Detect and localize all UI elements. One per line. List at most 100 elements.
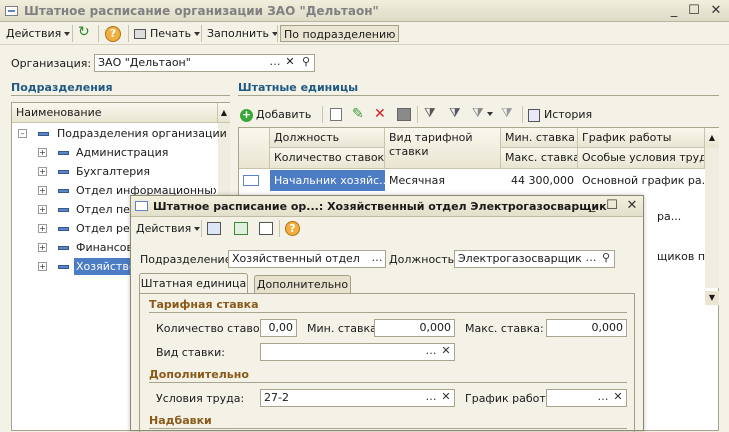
divisions-column-header[interactable]: Наименование bbox=[12, 103, 218, 123]
col-conditions-header[interactable]: Особые условия труда bbox=[578, 148, 705, 169]
main-toolbar: Действия ↻ ? Печать Заполнить По подразд… bbox=[0, 22, 729, 45]
dialog-actions-menu[interactable]: Действия bbox=[136, 220, 201, 237]
filter-icon[interactable]: ⧩ bbox=[449, 106, 461, 121]
minimize-button[interactable]: _ bbox=[665, 2, 683, 19]
rate-kind-label: Вид ставки: bbox=[156, 346, 225, 359]
dialog-title-bar: Штатное расписание ор...: Хозяйственный … bbox=[131, 196, 643, 217]
table-scroll-up[interactable]: ▲ bbox=[705, 128, 719, 148]
row-icon-header bbox=[239, 128, 270, 169]
dialog-close-button[interactable]: ✕ bbox=[623, 197, 641, 214]
print-label: Печать bbox=[150, 27, 192, 40]
dialog-help-icon[interactable]: ? bbox=[285, 221, 300, 236]
col-min-header[interactable]: Мин. ставка bbox=[501, 128, 578, 148]
cell-min: 44 300,000 bbox=[511, 174, 574, 187]
org-select-button[interactable]: … bbox=[267, 55, 283, 71]
position-label: Должность: bbox=[389, 253, 458, 266]
col-position-header[interactable]: Должность bbox=[270, 128, 385, 148]
org-search-icon[interactable]: ⚲ bbox=[298, 55, 314, 71]
divisions-section-title: Подразделения bbox=[11, 81, 113, 94]
tree-item-accounting[interactable]: + Бухгалтерия bbox=[16, 162, 216, 181]
position-value: Электрогазосварщик bbox=[458, 252, 582, 265]
table-row[interactable]: Начальник хозяйс... Месячная 44 300,000 … bbox=[239, 170, 705, 192]
divisions-scroll-up[interactable]: ▲ bbox=[218, 103, 230, 123]
history-button[interactable]: История bbox=[528, 106, 592, 123]
filter-settings-icon[interactable]: ⧩ bbox=[424, 106, 436, 121]
org-field[interactable]: ЗАО "Дельтаон" … ✕ ⚲ bbox=[94, 54, 315, 72]
delete-icon[interactable]: ✕ bbox=[374, 106, 386, 122]
division-label: Подразделение: bbox=[140, 253, 236, 266]
count-value: 0,00 bbox=[268, 321, 294, 334]
tree-item-label: Бухгалтерия bbox=[76, 165, 151, 178]
tree-root[interactable]: – Подразделения организации bbox=[16, 124, 227, 143]
max-rate-field[interactable]: 0,000 bbox=[546, 319, 627, 337]
col-schedule-header[interactable]: График работы bbox=[578, 128, 705, 148]
by-division-toggle[interactable]: По подразделению bbox=[280, 25, 400, 42]
rate-kind-field[interactable]: … ✕ bbox=[260, 343, 455, 361]
print-menu[interactable]: Печать bbox=[134, 25, 201, 42]
col-tariff-header[interactable]: Вид тарифной ставки bbox=[385, 128, 501, 169]
position-search-icon[interactable]: ⚲ bbox=[598, 251, 614, 267]
dialog-actions-label: Действия bbox=[136, 222, 192, 235]
cell-fragment: ра... bbox=[657, 210, 682, 223]
conditions-select-button[interactable]: … bbox=[423, 390, 439, 406]
division-icon bbox=[58, 227, 69, 231]
refresh-icon[interactable]: ↻ bbox=[78, 25, 90, 42]
row-icon bbox=[243, 175, 259, 186]
dialog-minimize-button[interactable]: _ bbox=[583, 197, 601, 214]
actions-menu[interactable]: Действия bbox=[6, 25, 71, 42]
fill-label: Заполнить bbox=[207, 27, 269, 40]
save-icon[interactable] bbox=[397, 108, 411, 121]
tree-item-label: Отдел рек bbox=[76, 222, 137, 235]
conditions-clear-icon[interactable]: ✕ bbox=[438, 390, 454, 406]
dialog-icon bbox=[135, 201, 148, 211]
fill-menu[interactable]: Заполнить bbox=[207, 25, 278, 42]
tab-additional[interactable]: Дополнительно bbox=[254, 275, 351, 293]
copy-icon[interactable] bbox=[330, 108, 342, 121]
min-rate-value: 0,000 bbox=[419, 321, 452, 334]
save-close-icon[interactable] bbox=[207, 222, 221, 235]
col-max-header[interactable]: Макс. ставка bbox=[501, 148, 578, 169]
help-icon[interactable]: ? bbox=[105, 26, 121, 42]
rate-kind-clear-icon[interactable]: ✕ bbox=[438, 344, 454, 360]
division-icon bbox=[58, 151, 69, 155]
add-button[interactable]: + Добавить bbox=[240, 106, 311, 123]
write-icon[interactable] bbox=[234, 222, 248, 235]
tree-item-label: Отдел пер bbox=[76, 203, 137, 216]
extra-section-title: Дополнительно bbox=[149, 368, 249, 381]
tab-staff-unit[interactable]: Штатная единица bbox=[139, 273, 248, 294]
schedule-select-button[interactable]: … bbox=[595, 390, 611, 406]
count-label: Количество ставок: bbox=[156, 322, 270, 335]
division-select-button[interactable]: … bbox=[369, 251, 385, 267]
count-field[interactable]: 0,00 bbox=[260, 319, 297, 337]
clear-filter-icon[interactable]: ⧩ bbox=[501, 106, 513, 121]
filter-menu-icon[interactable]: ⧩ bbox=[472, 106, 493, 121]
org-clear-icon[interactable]: ✕ bbox=[282, 55, 298, 71]
rate-kind-select-button[interactable]: … bbox=[423, 344, 439, 360]
maximize-button[interactable]: ☐ bbox=[685, 2, 703, 19]
tree-item-label: Хозяйстве bbox=[74, 258, 138, 275]
division-value: Хозяйственный отдел bbox=[232, 252, 360, 265]
edit-icon[interactable]: ✎ bbox=[352, 106, 364, 122]
copy-doc-icon[interactable] bbox=[259, 222, 273, 235]
table-scroll-down[interactable]: ▼ bbox=[705, 291, 719, 305]
cell-schedule: Основной график ра... bbox=[582, 174, 705, 187]
close-button[interactable]: ✕ bbox=[707, 2, 725, 19]
position-field[interactable]: Электрогазосварщик … ⚲ bbox=[454, 250, 615, 268]
staff-unit-dialog: Штатное расписание ор...: Хозяйственный … bbox=[130, 195, 644, 432]
schedule-clear-icon[interactable]: ✕ bbox=[610, 390, 626, 406]
history-label: История bbox=[544, 108, 593, 121]
division-field[interactable]: Хозяйственный отдел … bbox=[228, 250, 386, 268]
dialog-maximize-button[interactable]: ☐ bbox=[603, 197, 621, 214]
position-select-button[interactable]: … bbox=[583, 251, 599, 267]
col-count-header[interactable]: Количество ставок bbox=[270, 148, 385, 169]
division-icon bbox=[58, 246, 69, 250]
table-scrollbar[interactable] bbox=[705, 148, 719, 288]
min-rate-field[interactable]: 0,000 bbox=[374, 319, 455, 337]
tree-item-administration[interactable]: + Администрация bbox=[16, 143, 216, 162]
org-value: ЗАО "Дельтаон" bbox=[98, 56, 191, 69]
bonus-section-title: Надбавки bbox=[149, 414, 212, 427]
tree-root-label: Подразделения организации bbox=[57, 127, 227, 140]
schedule-field[interactable]: … ✕ bbox=[546, 389, 627, 407]
conditions-field[interactable]: 27-2 … ✕ bbox=[260, 389, 455, 407]
cell-tariff: Месячная bbox=[389, 174, 445, 187]
